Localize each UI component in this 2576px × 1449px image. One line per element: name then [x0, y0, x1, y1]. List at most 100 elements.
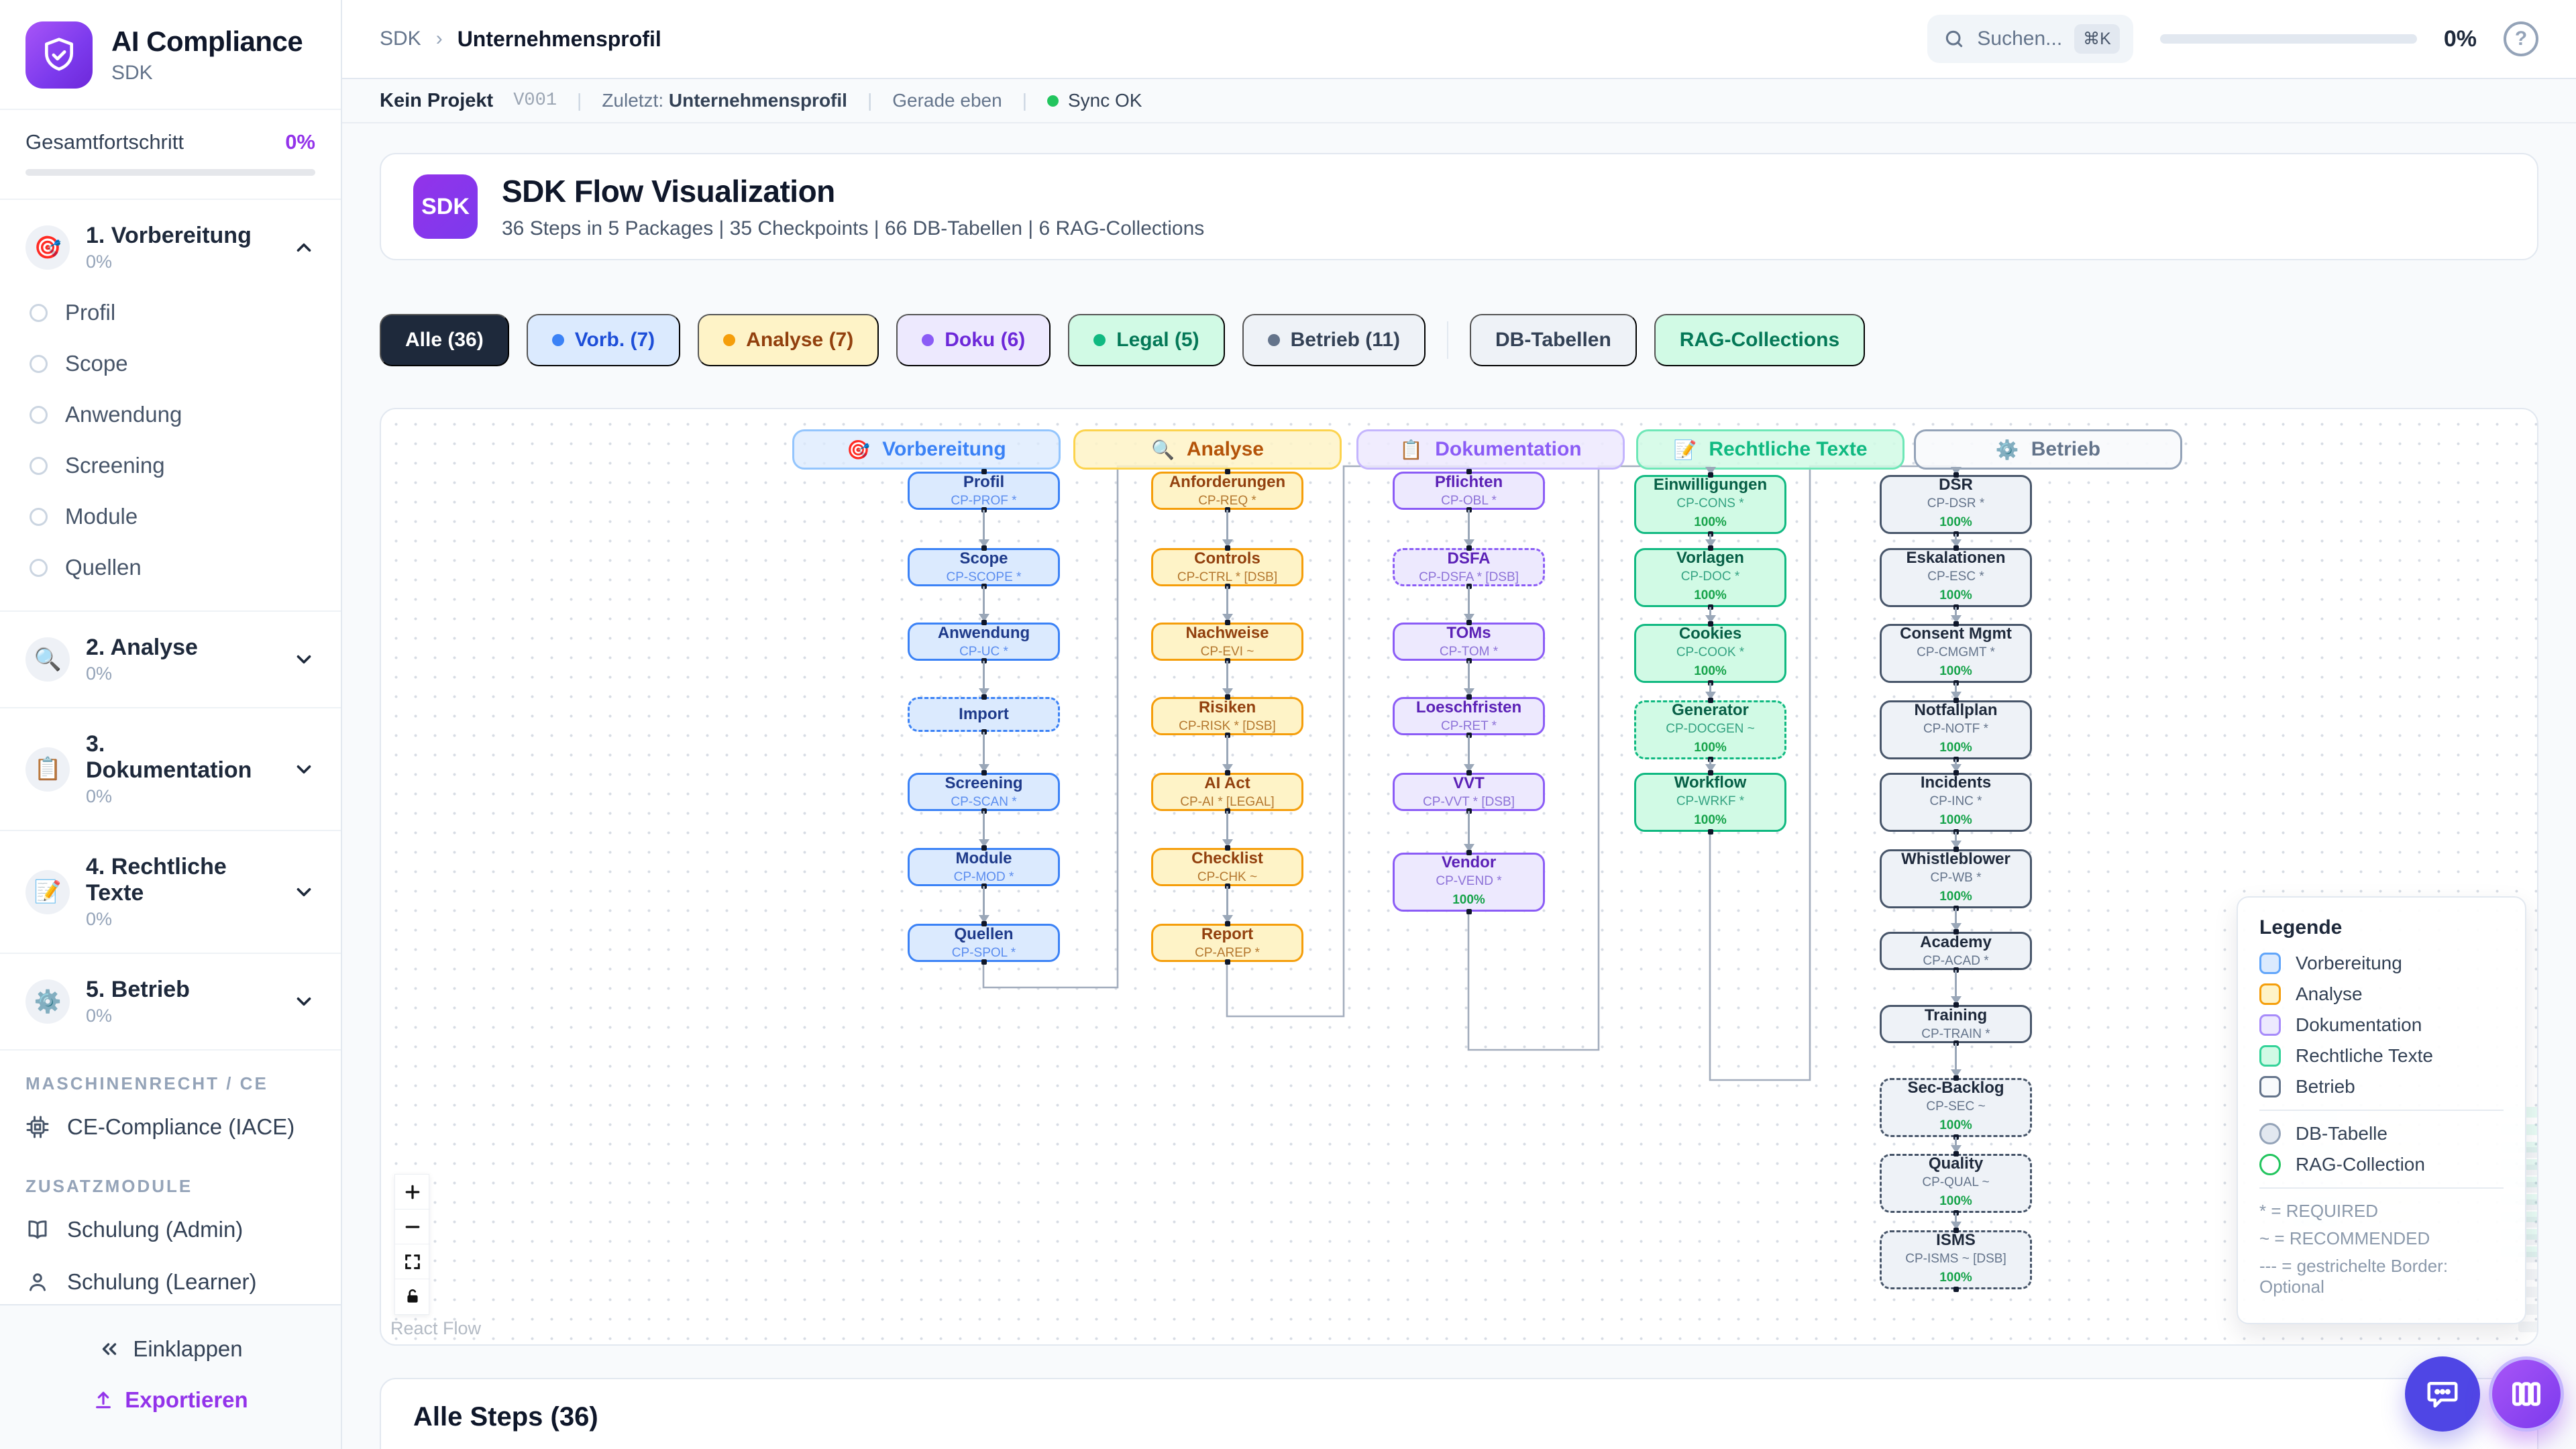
lock-button[interactable]: [395, 1279, 430, 1314]
flow-node-anwendung[interactable]: AnwendungCP-UC *: [908, 623, 1060, 661]
help-icon[interactable]: ?: [2504, 21, 2538, 56]
fit-view-button[interactable]: [395, 1244, 430, 1279]
flow-header-card: SDK SDK Flow Visualization 36 Steps in 5…: [380, 153, 2538, 260]
flow-node-notfallplan[interactable]: NotfallplanCP-NOTF *100%: [1880, 700, 2032, 759]
flow-node-sec-backlog[interactable]: Sec-BacklogCP-SEC ~100%: [1880, 1078, 2032, 1137]
flow-edge: [1955, 1043, 1957, 1070]
node-title: Screening: [945, 774, 1022, 793]
flow-node-einwilligungen[interactable]: EinwilligungenCP-CONS *100%: [1634, 475, 1786, 534]
flow-node-module[interactable]: ModuleCP-MOD *: [908, 848, 1060, 886]
filter-legal-5[interactable]: Legal (5): [1068, 314, 1224, 366]
flow-node-screening[interactable]: ScreeningCP-SCAN *: [908, 773, 1060, 811]
node-handle: [1953, 1228, 1959, 1233]
filter-rag-collections[interactable]: RAG-Collections: [1654, 314, 1865, 366]
sidebar-item-quellen[interactable]: Quellen: [0, 542, 341, 593]
node-handle: [1953, 472, 1959, 478]
sidebar-item-schulung-admin[interactable]: Schulung (Admin): [0, 1203, 341, 1256]
filter-alle-36[interactable]: Alle (36): [380, 314, 509, 366]
project-name: Kein Projekt: [380, 90, 493, 112]
flow-node-vendor[interactable]: VendorCP-VEND *100%: [1393, 853, 1545, 912]
flow-node-dsr[interactable]: DSRCP-DSR *100%: [1880, 475, 2032, 534]
flow-node-generator[interactable]: GeneratorCP-DOCGEN ~100%: [1634, 700, 1786, 759]
flow-node-profil[interactable]: ProfilCP-PROF *: [908, 472, 1060, 510]
zoom-in-button[interactable]: [395, 1175, 430, 1210]
node-title: Controls: [1194, 549, 1260, 568]
flow-edge: [1468, 586, 1470, 614]
status-divider: |: [867, 90, 872, 111]
flow-node-consent-mgmt[interactable]: Consent MgmtCP-CMGMT *100%: [1880, 624, 2032, 683]
flow-node-whistleblower[interactable]: WhistleblowerCP-WB *100%: [1880, 849, 2032, 908]
node-handle: [1225, 545, 1230, 551]
flow-node-vorlagen[interactable]: VorlagenCP-DOC *100%: [1634, 548, 1786, 607]
section-header-4[interactable]: 📝4. Rechtliche Texte0%: [0, 845, 341, 939]
flow-node-ai-act[interactable]: AI ActCP-AI * [LEGAL]: [1151, 773, 1303, 811]
flow-node-cookies[interactable]: CookiesCP-COOK *100%: [1634, 624, 1786, 683]
chat-fab-button[interactable]: [2405, 1356, 2480, 1432]
filter-db-tabellen[interactable]: DB-Tabellen: [1470, 314, 1637, 366]
node-title: Whistleblower: [1901, 850, 2010, 869]
collapse-sidebar-button[interactable]: Einklappen: [0, 1324, 341, 1374]
node-code: CP-INC *: [1929, 794, 1982, 809]
columns-fab-button[interactable]: [2489, 1356, 2564, 1432]
section-header-1[interactable]: 🎯1. Vorbereitung0%: [0, 213, 341, 282]
breadcrumb-root[interactable]: SDK: [380, 28, 421, 50]
flow-node-report[interactable]: ReportCP-AREP *: [1151, 924, 1303, 962]
sidebar-item-scope[interactable]: Scope: [0, 338, 341, 389]
export-button[interactable]: Exportieren: [0, 1374, 341, 1426]
sidebar-item-ce-compliance-iace[interactable]: CE-Compliance (IACE): [0, 1101, 341, 1153]
flow-node-import[interactable]: Import: [908, 697, 1060, 732]
filter-dot: [552, 334, 564, 346]
search-input[interactable]: Suchen... ⌘K: [1927, 15, 2133, 63]
flow-node-quality[interactable]: QualityCP-QUAL ~100%: [1880, 1154, 2032, 1213]
chevron-down-icon: [292, 648, 315, 671]
flow-node-scope[interactable]: ScopeCP-SCOPE *: [908, 548, 1060, 586]
flow-node-quellen[interactable]: QuellenCP-SPOL *: [908, 924, 1060, 962]
section-header-2[interactable]: 🔍2. Analyse0%: [0, 625, 341, 694]
flow-node-checklist[interactable]: ChecklistCP-CHK ~: [1151, 848, 1303, 886]
filter-doku-6[interactable]: Doku (6): [896, 314, 1051, 366]
flow-node-loeschfristen[interactable]: LoeschfristenCP-RET *: [1393, 697, 1545, 735]
all-steps-card: Alle Steps (36): [380, 1378, 2538, 1449]
sidebar-item-schulung-learner[interactable]: Schulung (Learner): [0, 1256, 341, 1304]
main: SDK › Unternehmensprofil Suchen... ⌘K 0%…: [342, 0, 2576, 1449]
filter-vorb-7[interactable]: Vorb. (7): [527, 314, 680, 366]
flow-node-nachweise[interactable]: NachweiseCP-EVI ~: [1151, 623, 1303, 661]
sidebar-item-profil[interactable]: Profil: [0, 287, 341, 338]
user-icon: [25, 1270, 50, 1294]
node-handle: [1225, 921, 1230, 926]
flow-node-pflichten[interactable]: PflichtenCP-OBL *: [1393, 472, 1545, 510]
flow-node-training[interactable]: TrainingCP-TRAIN *: [1880, 1005, 2032, 1043]
legend-item-slate: Betrieb: [2259, 1076, 2504, 1097]
section-header-5[interactable]: ⚙️5. Betrieb0%: [0, 967, 341, 1036]
sidebar-item-anwendung[interactable]: Anwendung: [0, 389, 341, 440]
zoom-out-button[interactable]: [395, 1210, 430, 1244]
flow-node-academy[interactable]: AcademyCP-ACAD *: [1880, 932, 2032, 970]
filter-betrieb-11[interactable]: Betrieb (11): [1242, 314, 1426, 366]
flow-node-dsfa[interactable]: DSFACP-DSFA * [DSB]: [1393, 548, 1545, 586]
section-title: 4. Rechtliche Texte: [86, 854, 276, 906]
flow-node-isms[interactable]: ISMSCP-ISMS ~ [DSB]100%: [1880, 1230, 2032, 1289]
flow-node-workflow[interactable]: WorkflowCP-WRKF *100%: [1634, 773, 1786, 832]
filter-analyse-7[interactable]: Analyse (7): [698, 314, 879, 366]
sidebar-section-3: 📋3. Dokumentation0%: [0, 708, 341, 831]
flow-node-vvt[interactable]: VVTCP-VVT * [DSB]: [1393, 773, 1545, 811]
sidebar-item-module[interactable]: Module: [0, 491, 341, 542]
flow-node-eskalationen[interactable]: EskalationenCP-ESC *100%: [1880, 548, 2032, 607]
collapse-label: Einklappen: [133, 1336, 242, 1362]
legend-label: DB-Tabelle: [2296, 1123, 2387, 1144]
flow-node-toms[interactable]: TOMsCP-TOM *: [1393, 623, 1545, 661]
flow-node-anforderungen[interactable]: AnforderungenCP-REQ *: [1151, 472, 1303, 510]
flow-canvas[interactable]: Legende VorbereitungAnalyseDokumentation…: [380, 408, 2538, 1346]
breadcrumb-current: Unternehmensprofil: [458, 27, 661, 52]
flow-node-incidents[interactable]: IncidentsCP-INC *100%: [1880, 773, 2032, 832]
flow-node-controls[interactable]: ControlsCP-CTRL * [DSB]: [1151, 548, 1303, 586]
reactflow-attribution[interactable]: React Flow: [390, 1318, 481, 1339]
flow-edge: [1226, 886, 1228, 916]
section-header-3[interactable]: 📋3. Dokumentation0%: [0, 722, 341, 816]
legend-label: Betrieb: [2296, 1076, 2355, 1097]
sidebar-group-label: ZUSATZMODULE: [0, 1153, 341, 1203]
legend-swatch: [2259, 1014, 2281, 1036]
flow-node-risiken[interactable]: RisikenCP-RISK * [DSB]: [1151, 697, 1303, 735]
sidebar-item-screening[interactable]: Screening: [0, 440, 341, 491]
app-title: AI Compliance: [111, 25, 303, 58]
